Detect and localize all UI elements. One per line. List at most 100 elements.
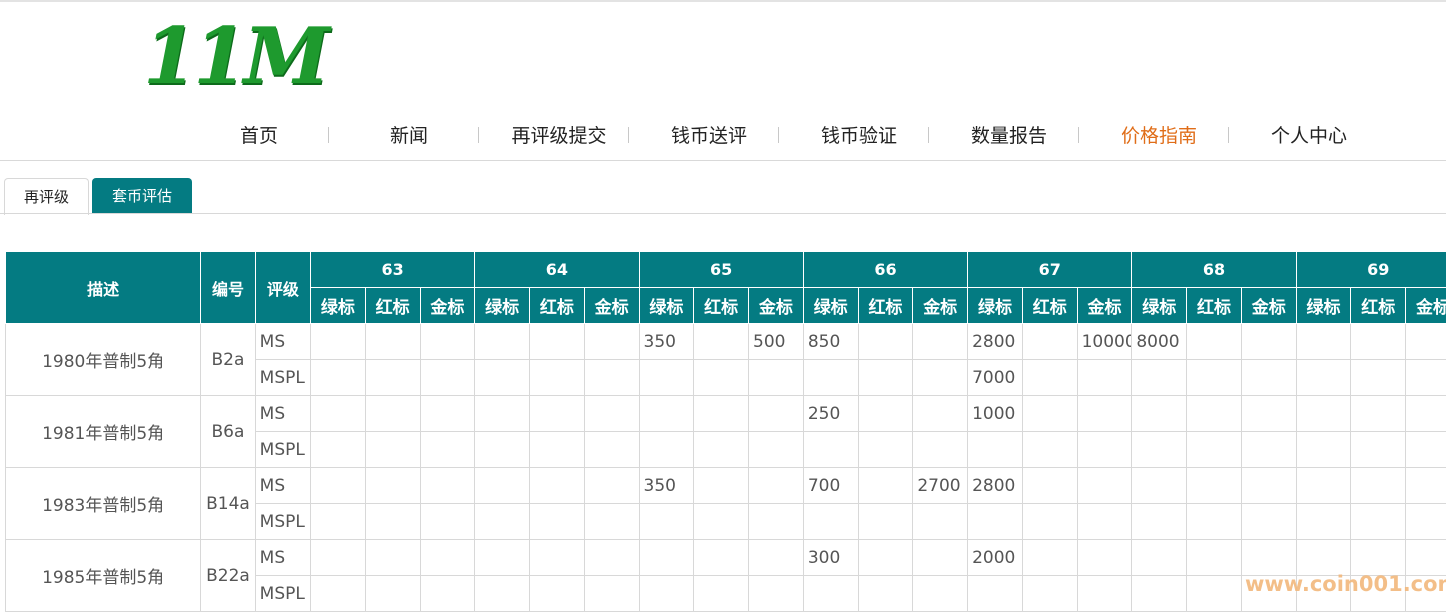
cell-price	[967, 575, 1023, 612]
cell-price	[474, 359, 531, 396]
cell-price	[1350, 503, 1407, 540]
cell-price	[419, 575, 476, 612]
cell-price	[638, 503, 695, 540]
cell-price: 2800	[967, 467, 1023, 504]
cell-price	[529, 503, 585, 540]
cell-price	[419, 359, 476, 396]
header-sublabel: 金标	[1076, 287, 1133, 324]
cell-price	[912, 431, 969, 468]
cell-price	[912, 503, 969, 540]
table-row: 1983年普制5角 B14a MS 350 700 2700 2800	[5, 467, 1446, 540]
cell-price	[419, 431, 476, 468]
nav-item-3[interactable]: 钱币送评	[634, 118, 784, 154]
cell-code: B14a	[200, 467, 256, 540]
cell-price	[1405, 323, 1446, 360]
cell-grade: MS	[254, 467, 312, 504]
cell-price	[1021, 431, 1078, 468]
cell-price	[748, 395, 804, 432]
nav-item-2[interactable]: 再评级提交	[484, 118, 634, 154]
nav-divider	[0, 160, 1446, 161]
cell-price	[693, 395, 750, 432]
cell-price	[1131, 539, 1188, 576]
cell-price	[419, 323, 476, 360]
cell-price	[967, 503, 1023, 540]
header-sublabel: 金标	[1405, 287, 1446, 324]
cell-price	[857, 575, 914, 612]
tab-regrade[interactable]: 再评级	[4, 178, 89, 215]
cell-price	[419, 503, 476, 540]
header-desc: 描述	[5, 251, 202, 324]
header-sublabel: 红标	[1350, 287, 1407, 324]
nav-item-5[interactable]: 数量报告	[934, 118, 1084, 154]
cell-price	[364, 431, 421, 468]
header-sublabel: 绿标	[638, 287, 695, 324]
cell-price	[1021, 503, 1078, 540]
cell-price	[310, 395, 366, 432]
nav-item-1[interactable]: 新闻	[334, 118, 484, 154]
nav-separator	[478, 127, 479, 143]
cell-price	[310, 539, 366, 576]
cell-grade: MS	[254, 323, 312, 360]
cell-description: 1983年普制5角	[5, 467, 202, 540]
cell-price: 2800	[967, 323, 1023, 360]
cell-price	[1076, 575, 1133, 612]
cell-price: 8000	[1131, 323, 1188, 360]
header-grade-67: 67	[967, 251, 1133, 288]
cell-description: 1980年普制5角	[5, 323, 202, 396]
cell-price	[857, 467, 914, 504]
cell-price	[748, 467, 804, 504]
cell-price	[364, 323, 421, 360]
cell-price: 500	[748, 323, 804, 360]
cell-price	[693, 539, 750, 576]
nav-item-7[interactable]: 个人中心	[1234, 118, 1384, 154]
cell-price	[748, 359, 804, 396]
cell-price	[474, 539, 531, 576]
cell-price	[474, 395, 531, 432]
cell-code: B6a	[200, 395, 256, 468]
cell-price	[1405, 431, 1446, 468]
cell-price	[748, 503, 804, 540]
cell-grade: MS	[254, 395, 312, 432]
cell-price	[1295, 467, 1352, 504]
cell-price	[1350, 323, 1407, 360]
cell-price	[638, 395, 695, 432]
cell-price	[857, 359, 914, 396]
cell-price	[748, 575, 804, 612]
cell-code: B2a	[200, 323, 256, 396]
header-grade-68: 68	[1131, 251, 1297, 288]
cell-price	[1186, 431, 1242, 468]
header-sublabel: 金标	[912, 287, 969, 324]
cell-price	[1350, 539, 1407, 576]
cell-price	[1131, 395, 1188, 432]
cell-grade: MSPL	[254, 575, 312, 612]
nav-item-4[interactable]: 钱币验证	[784, 118, 934, 154]
site-logo[interactable]: 11M	[143, 12, 330, 102]
cell-price	[638, 575, 695, 612]
table-row: 1981年普制5角 B6a MS 250 1000	[5, 395, 1446, 468]
header-grade-65: 65	[638, 251, 804, 288]
header-grade-64: 64	[474, 251, 640, 288]
cell-price	[529, 467, 585, 504]
cell-price	[364, 575, 421, 612]
cell-price	[364, 539, 421, 576]
cell-price	[1131, 359, 1188, 396]
cell-price	[583, 431, 640, 468]
cell-price	[1021, 467, 1078, 504]
nav-item-0[interactable]: 首页	[184, 118, 334, 154]
cell-price	[693, 431, 750, 468]
watermark: www.coin001.com	[1245, 572, 1446, 596]
cell-price	[474, 467, 531, 504]
cell-price	[1295, 359, 1352, 396]
cell-grade: MSPL	[254, 359, 312, 396]
cell-grade: MSPL	[254, 503, 312, 540]
cell-price	[857, 323, 914, 360]
cell-price	[802, 503, 859, 540]
nav-item-6[interactable]: 价格指南	[1084, 118, 1234, 154]
cell-price	[748, 539, 804, 576]
cell-code: B22a	[200, 539, 256, 612]
tab-set-valuation[interactable]: 套币评估	[92, 178, 192, 214]
cell-price	[693, 359, 750, 396]
cell-price	[529, 323, 585, 360]
cell-price: 250	[802, 395, 859, 432]
cell-price	[693, 467, 750, 504]
